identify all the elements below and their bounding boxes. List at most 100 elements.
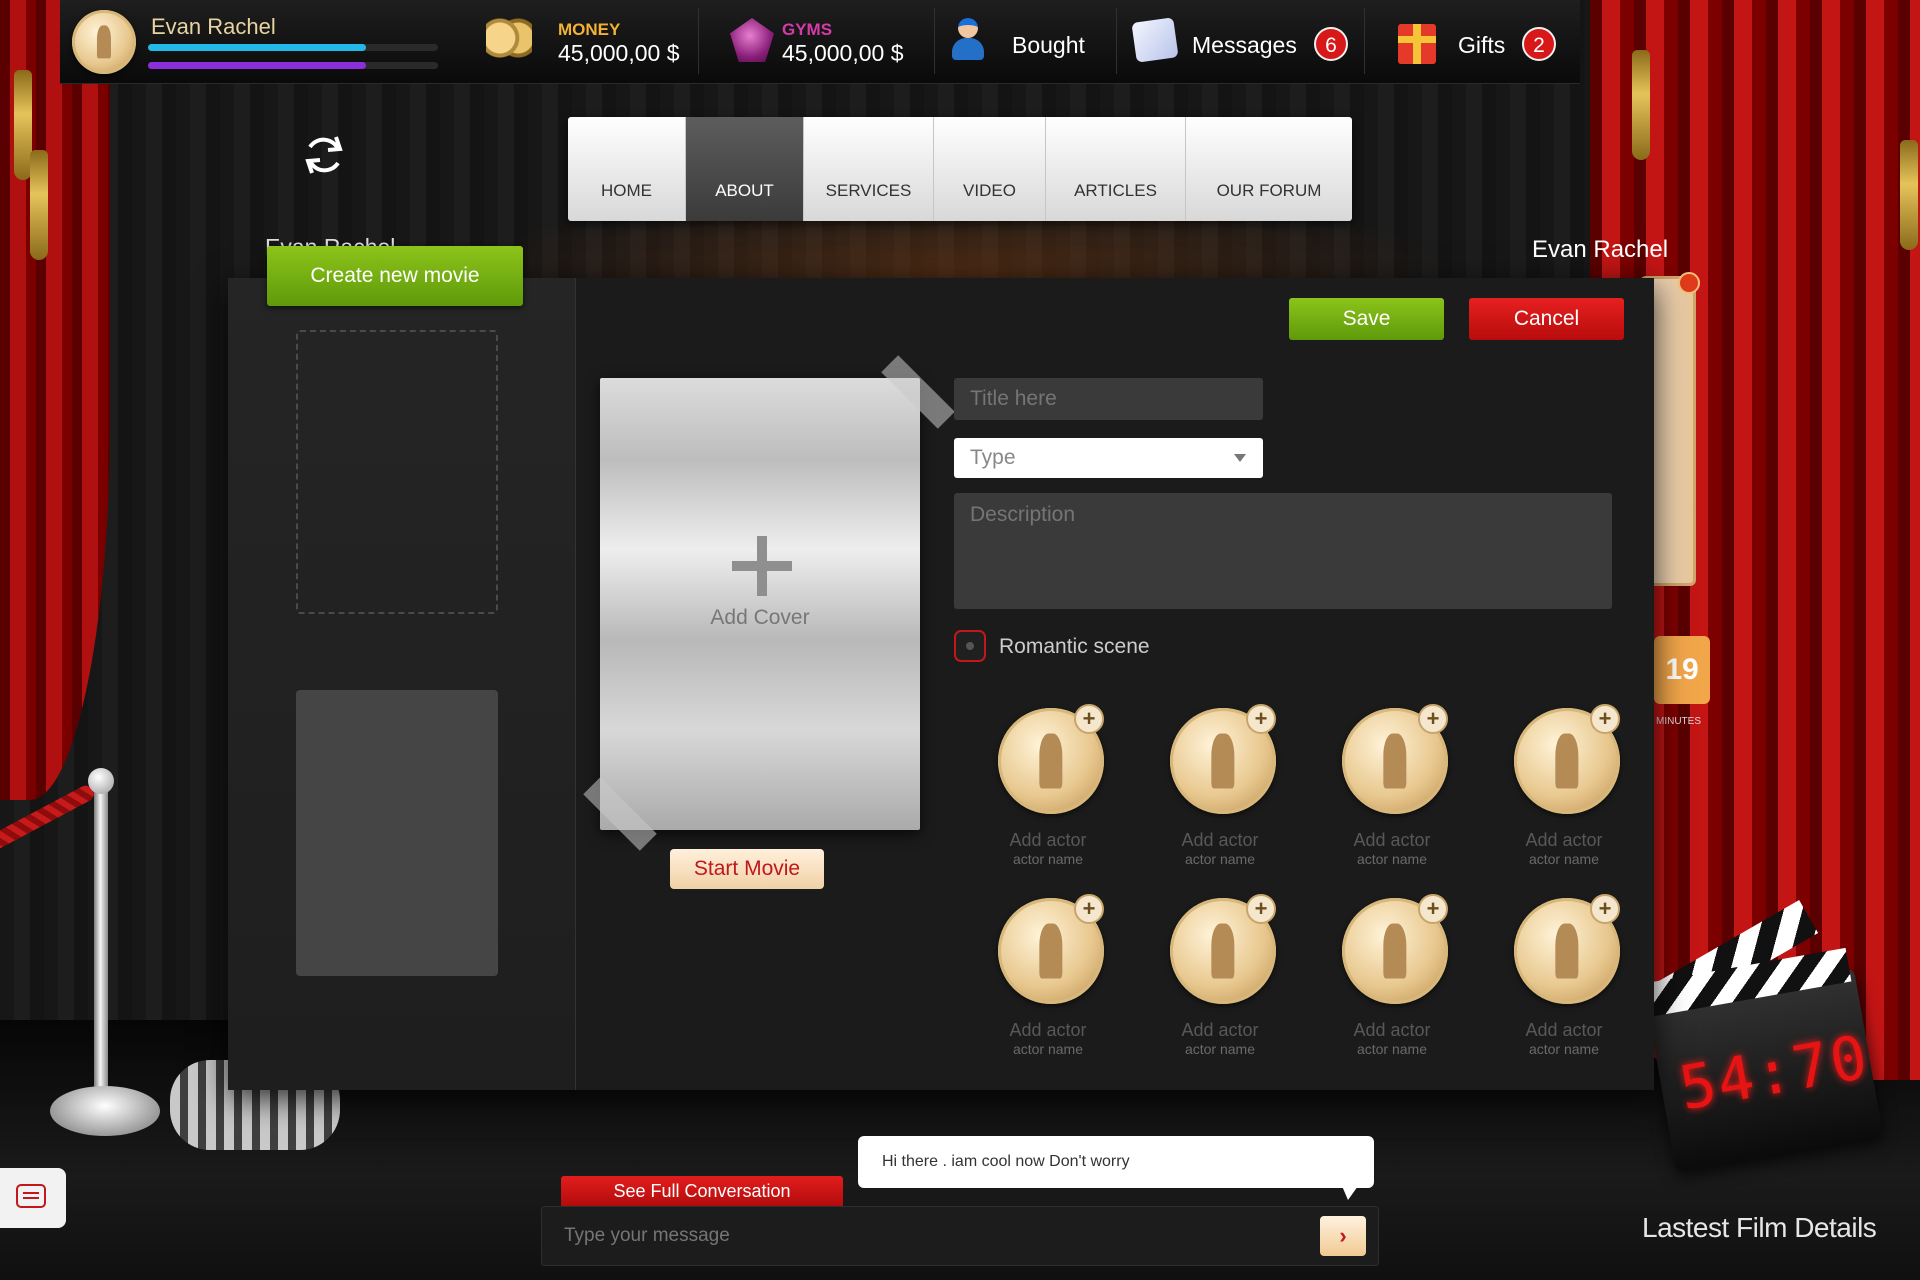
add-actor-label: Add actor <box>1009 1020 1087 1040</box>
add-actor-plus-icon[interactable]: + <box>1418 704 1448 734</box>
chat-bubble-tail <box>1342 1186 1358 1200</box>
oscar-statue-icon <box>96 25 112 59</box>
nav-item-articles[interactable]: ARTICLES <box>1046 117 1186 221</box>
money-label: MONEY <box>558 20 621 39</box>
add-actor-plus-icon[interactable]: + <box>1074 894 1104 924</box>
add-actor-plus-icon[interactable]: + <box>1590 894 1620 924</box>
add-cover-dropzone[interactable] <box>600 378 920 830</box>
actor-name-label: actor name <box>1184 1041 1256 1057</box>
type-select[interactable]: Type <box>954 438 1263 478</box>
gyms-label: GYMS <box>782 20 833 39</box>
gyms-value: 45,000,00 $ <box>782 40 904 66</box>
divider <box>698 8 699 74</box>
profile-name-right: Evan Rachel <box>1532 236 1669 263</box>
bought-person-icon[interactable] <box>948 16 988 60</box>
money-value: 45,000,00 $ <box>558 40 680 66</box>
oscar-statue-icon <box>1555 733 1579 789</box>
add-actor-plus-icon[interactable]: + <box>1590 704 1620 734</box>
create-new-movie-button[interactable]: Create new movie <box>267 246 523 306</box>
messages-link[interactable]: Messages <box>1192 32 1297 59</box>
movie-slot-empty[interactable] <box>296 330 498 614</box>
actor-name-label: actor name <box>1356 851 1428 867</box>
chat-icon <box>16 1184 46 1208</box>
tassel-icon <box>30 150 48 260</box>
divider <box>1116 8 1117 74</box>
cancel-button[interactable]: Cancel <box>1469 298 1624 340</box>
oscar-statue-icon <box>1039 923 1063 979</box>
add-actor-plus-icon[interactable]: + <box>1074 704 1104 734</box>
messages-icon[interactable] <box>1131 17 1179 63</box>
add-actor-plus-icon[interactable]: + <box>1418 894 1448 924</box>
nav-item-home[interactable]: HOME <box>568 117 686 221</box>
actor-slot[interactable]: + Add actor actor name <box>1160 894 1280 1058</box>
head <box>958 18 978 38</box>
gifts-count-badge: 2 <box>1522 27 1556 61</box>
movie-slot[interactable] <box>296 690 498 976</box>
romantic-scene-label: Romantic scene <box>999 635 1150 658</box>
stanchion-base <box>50 1086 160 1136</box>
timer-value: 19 <box>1654 636 1710 704</box>
add-actor-label: Add actor <box>1181 1020 1259 1040</box>
messages-count-badge: 6 <box>1314 27 1348 61</box>
add-actor-plus-icon[interactable]: + <box>1246 894 1276 924</box>
actor-slot[interactable]: + Add actor actor name <box>1504 894 1624 1058</box>
add-actor-label: Add actor <box>1353 830 1431 850</box>
main-nav: HOME ABOUT SERVICES VIDEO ARTICLES OUR F… <box>568 117 1352 221</box>
divider <box>934 8 935 74</box>
oscar-statue-icon <box>1383 923 1407 979</box>
actor-name-label: actor name <box>1528 1041 1600 1057</box>
chevron-down-icon <box>1234 454 1246 462</box>
actor-name-label: actor name <box>1528 851 1600 867</box>
actor-slot[interactable]: + Add actor actor name <box>1504 704 1624 868</box>
refresh-icon[interactable] <box>300 131 348 179</box>
title-input[interactable] <box>954 378 1263 420</box>
add-actor-plus-icon[interactable]: + <box>1246 704 1276 734</box>
stanchion-top <box>88 768 114 794</box>
add-actor-label: Add actor <box>1525 1020 1603 1040</box>
xp-bar-fill <box>148 44 366 51</box>
stanchion-pole <box>94 780 108 1110</box>
message-input[interactable] <box>541 1206 1379 1266</box>
add-cover-label: Add Cover <box>710 606 810 629</box>
user-name: Evan Rachel <box>151 14 276 39</box>
actor-slot[interactable]: + Add actor actor name <box>1160 704 1280 868</box>
add-actor-label: Add actor <box>1353 1020 1431 1040</box>
description-textarea[interactable] <box>954 493 1612 609</box>
xp-bar <box>148 44 438 51</box>
avatar[interactable] <box>72 10 136 74</box>
actor-name-label: actor name <box>1012 1041 1084 1057</box>
plus-icon <box>732 536 792 596</box>
add-actor-label: Add actor <box>1009 830 1087 850</box>
latest-film-details-link[interactable]: Lastest Film Details <box>1642 1212 1877 1244</box>
gifts-link[interactable]: Gifts <box>1458 32 1505 59</box>
oscar-statue-icon <box>1211 923 1235 979</box>
bought-link[interactable]: Bought <box>1012 32 1085 59</box>
coins-icon <box>486 17 532 59</box>
chat-bubble: Hi there . iam cool now Don't worry <box>858 1136 1374 1188</box>
tassel-icon <box>1632 50 1650 160</box>
start-movie-button[interactable]: Start Movie <box>670 849 824 889</box>
energy-bar <box>148 62 438 69</box>
pin-icon <box>1678 272 1700 294</box>
save-button[interactable]: Save <box>1289 298 1444 340</box>
nav-item-video[interactable]: VIDEO <box>934 117 1046 221</box>
oscar-statue-icon <box>1555 923 1579 979</box>
timer-unit: MINUTES <box>1656 716 1701 727</box>
send-button[interactable]: › <box>1320 1216 1366 1256</box>
romantic-scene-radio[interactable] <box>954 630 986 662</box>
actor-slot[interactable]: + Add actor actor name <box>1332 704 1452 868</box>
oscar-statue-icon <box>1383 733 1407 789</box>
actor-slot[interactable]: + Add actor actor name <box>1332 894 1452 1058</box>
actor-slot[interactable]: + Add actor actor name <box>988 704 1108 868</box>
gift-icon[interactable] <box>1398 24 1436 64</box>
see-full-conversation-button[interactable]: See Full Conversation <box>561 1176 843 1206</box>
add-actor-label: Add actor <box>1525 830 1603 850</box>
actor-name-label: actor name <box>1012 851 1084 867</box>
nav-item-our-forum[interactable]: OUR FORUM <box>1186 117 1352 221</box>
oscar-statue-icon <box>1039 733 1063 789</box>
nav-item-about[interactable]: ABOUT <box>686 117 804 221</box>
body <box>952 38 984 60</box>
actor-slot[interactable]: + Add actor actor name <box>988 894 1108 1058</box>
actor-name-label: actor name <box>1356 1041 1428 1057</box>
nav-item-services[interactable]: SERVICES <box>804 117 934 221</box>
